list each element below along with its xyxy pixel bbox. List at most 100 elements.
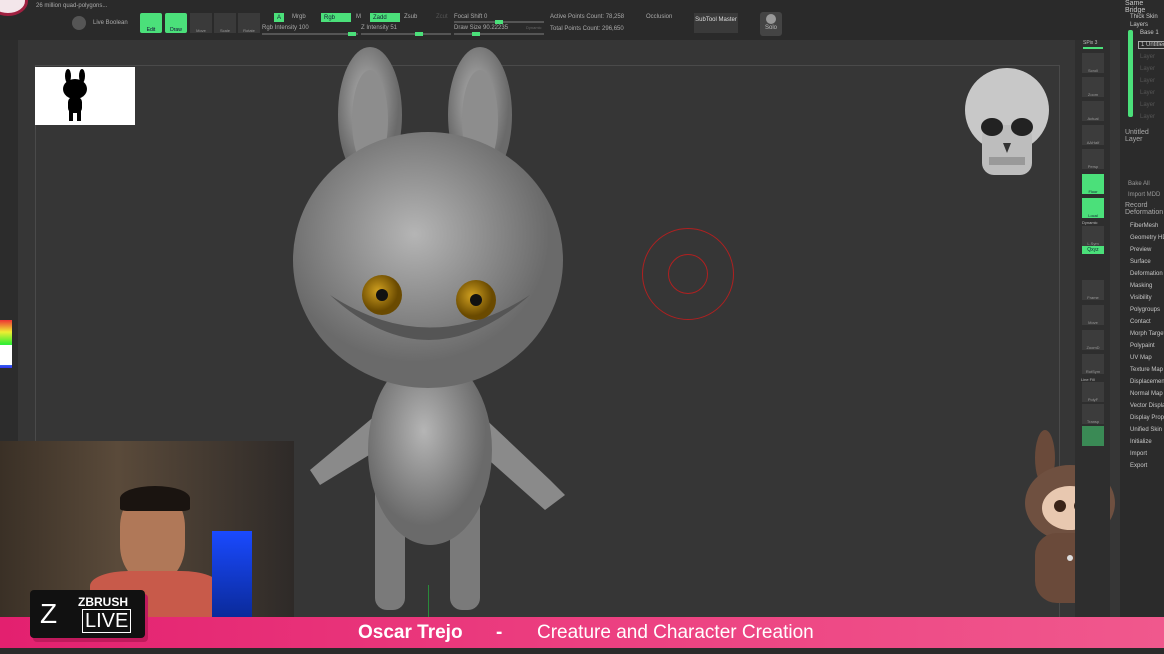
local-button[interactable]: Local (1082, 198, 1104, 218)
logo-bottom-text: LIVE (82, 609, 132, 633)
menu-item-texture-map[interactable]: Texture Map (1130, 367, 1163, 373)
top-toolbar: 26 million quad-polygons... Live Boolean… (0, 0, 1120, 40)
draw-button[interactable]: Draw (165, 13, 187, 33)
aahalf-button[interactable]: AAHalf (1082, 125, 1104, 145)
spix-slider[interactable] (1083, 47, 1103, 49)
lsym-button[interactable]: L.Sym (1082, 226, 1104, 246)
menu-item-visibility[interactable]: Visibility (1130, 295, 1152, 301)
persp-button[interactable]: Persp (1082, 149, 1104, 169)
zoom-button[interactable]: Zoom (1082, 77, 1104, 97)
polyf-button[interactable]: PolyF (1082, 382, 1104, 402)
menu-item-contact[interactable]: Contact (1130, 319, 1151, 325)
transp-button[interactable]: Transp (1082, 404, 1104, 424)
rotate-button[interactable]: Rotate (238, 13, 260, 33)
solo-sphere-icon (766, 14, 776, 24)
scale-button[interactable]: Scale (214, 13, 236, 33)
a-toggle[interactable]: A (274, 13, 285, 22)
draw-size-slider[interactable] (454, 32, 544, 36)
thick-skin[interactable]: Thick Skin (1130, 14, 1158, 20)
main-color-swatch[interactable] (0, 345, 12, 365)
menu-item-deformation[interactable]: Deformation (1130, 271, 1163, 277)
menu-item-export[interactable]: Export (1130, 463, 1147, 469)
untitled-layer-label: Untitled Layer (1125, 129, 1149, 143)
layer-slot[interactable]: Layer (1140, 66, 1155, 72)
zbrush-live-logo: ZBRUSH LIVE Z (30, 590, 145, 638)
menu-item-normal-map[interactable]: Normal Map (1130, 391, 1163, 397)
sculpt-model[interactable] (280, 40, 600, 617)
logo-top-text: ZBRUSH (78, 595, 128, 609)
zbrush-figure-icon: Z (40, 598, 58, 629)
menu-item-surface[interactable]: Surface (1130, 259, 1151, 265)
draw-size-label: Draw Size 90.22235 (454, 25, 509, 31)
menu-item-initialize[interactable]: Initialize (1130, 439, 1152, 445)
menu-item-display-properties[interactable]: Display Properties (1130, 415, 1164, 421)
layer-untitled[interactable]: 1 Untitled (1138, 41, 1164, 49)
layer-slot[interactable]: Layer (1140, 54, 1155, 60)
layer-slot[interactable]: Layer (1140, 90, 1155, 96)
zoomd-button[interactable]: ZoomD (1082, 330, 1104, 350)
live-boolean-label[interactable]: Live Boolean (93, 20, 128, 26)
import-mdd-button[interactable]: Import MDD (1128, 192, 1160, 198)
record-button[interactable]: Record Deformation (1125, 202, 1163, 216)
frame-button[interactable]: Frame (1082, 280, 1104, 300)
rgb-toggle[interactable]: Rgb (321, 13, 351, 22)
zcut-toggle[interactable]: Zcut (436, 14, 448, 20)
menu-item-uv-map[interactable]: UV Map (1130, 355, 1152, 361)
menu-item-displacement[interactable]: Displacement (1130, 379, 1164, 385)
layer-slot[interactable]: Layer (1140, 78, 1155, 84)
rgb-intensity-slider[interactable] (262, 32, 358, 36)
menu-item-unified-skin[interactable]: Unified Skin (1130, 427, 1162, 433)
dynamic-label: Dynamic (1082, 220, 1098, 225)
layer-slot[interactable]: Layer (1140, 114, 1155, 120)
app-logo (0, 0, 28, 16)
z-intensity-label: Z Intensity 51 (361, 25, 398, 31)
active-points: Active Points Count: 78,258 (550, 14, 625, 20)
menu-item-vector-displacement[interactable]: Vector Displacement (1130, 403, 1164, 409)
right-panel: Same Bridge Thick Skin Layers Base 1 1 U… (1120, 0, 1164, 617)
focal-shift-label: Focal Shift 0 (454, 14, 488, 20)
layers-scrollbar[interactable] (1128, 30, 1133, 117)
reference-silhouette (35, 67, 135, 125)
axis-line (428, 585, 429, 617)
solo-label: Solo (764, 25, 777, 31)
focal-shift-slider[interactable] (454, 20, 544, 24)
subtool-master-button[interactable]: SubTool Master (694, 13, 738, 33)
layer-slot[interactable]: Layer (1140, 102, 1155, 108)
menu-item-import[interactable]: Import (1130, 451, 1147, 457)
solo-button[interactable]: Solo (760, 12, 782, 36)
move-button[interactable]: Move (190, 13, 212, 33)
rgb-intensity-label: Rgb Intensity 100 (262, 25, 309, 31)
edit-button[interactable]: Edit (140, 13, 162, 33)
actual-button[interactable]: Actual (1082, 101, 1104, 121)
menu-item-polygroups[interactable]: Polygroups (1130, 307, 1160, 313)
menu-item-polypaint[interactable]: Polypaint (1130, 343, 1155, 349)
layer-base[interactable]: Base 1 (1140, 30, 1159, 36)
dynamic-toggle[interactable]: Dynamic (526, 25, 542, 30)
bottom-bar (0, 648, 1164, 654)
menu-item-masking[interactable]: Masking (1130, 283, 1152, 289)
move-view-button[interactable]: Move (1082, 305, 1104, 325)
live-boolean-icon[interactable] (72, 16, 86, 30)
scroll-button[interactable]: Scroll (1082, 53, 1104, 73)
z-intensity-slider[interactable] (361, 32, 451, 36)
menu-item-fibermesh[interactable]: FiberMesh (1130, 223, 1158, 229)
menu-item-preview[interactable]: Preview (1130, 247, 1151, 253)
zsub-toggle[interactable]: Zsub (404, 14, 417, 20)
skull-reference (965, 68, 1049, 175)
poly-info: 26 million quad-polygons... (36, 3, 108, 9)
zadd-toggle[interactable]: Zadd (370, 13, 400, 22)
m-toggle[interactable]: M (356, 14, 361, 20)
rotsym-button[interactable]: RotSym (1082, 354, 1104, 374)
spix-label: SPix 3 (1083, 40, 1098, 46)
xyz-button[interactable]: Qxyz (1082, 246, 1104, 254)
bake-all-button[interactable]: Bake All (1128, 181, 1150, 187)
same-bridge[interactable]: Same Bridge (1125, 0, 1163, 14)
menu-item-geometry-hd[interactable]: Geometry HD (1130, 235, 1164, 241)
layers-title[interactable]: Layers (1130, 22, 1148, 28)
total-points: Total Points Count: 296,650 (550, 26, 624, 32)
ghost-button[interactable] (1082, 426, 1104, 446)
mrgb-toggle[interactable]: Mrgb (292, 14, 306, 20)
menu-item-morph-target[interactable]: Morph Target (1130, 331, 1164, 337)
presenter-name: Oscar Trejo (358, 622, 463, 643)
floor-button[interactable]: Floor (1082, 174, 1104, 194)
